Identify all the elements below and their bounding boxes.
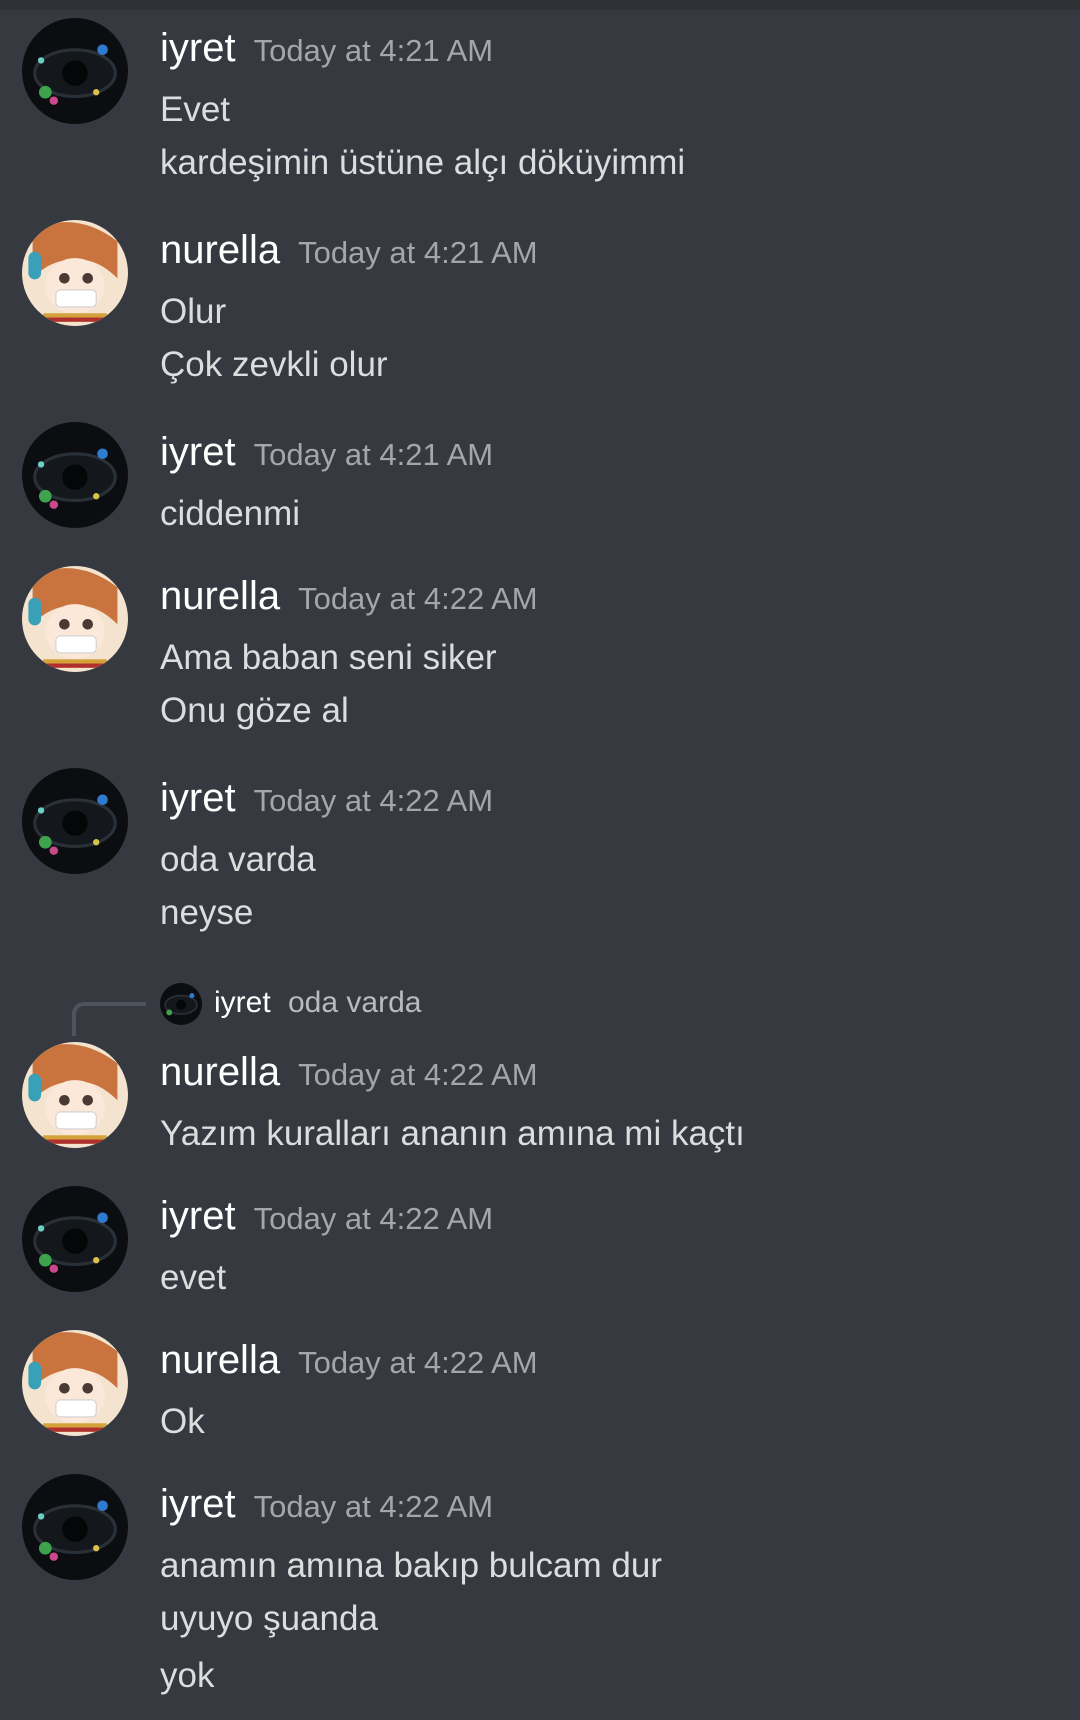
message-text: Yazım kuralları ananın amına mi kaçtı (160, 1114, 745, 1153)
username[interactable]: nurella (160, 228, 280, 273)
reply-text[interactable]: oda varda (288, 986, 421, 1020)
avatar-iyret-icon (22, 18, 128, 124)
reply-avatar (160, 983, 202, 1025)
username[interactable]: nurella (160, 1338, 280, 1383)
avatar-iyret-icon (22, 1186, 128, 1292)
reply-spine (72, 1002, 146, 1036)
message-text: Ok (160, 1402, 205, 1441)
avatar-iyret-icon (22, 422, 128, 528)
avatar-nurella-icon (22, 220, 128, 326)
username[interactable]: nurella (160, 1050, 280, 1095)
message-text: Olur (160, 292, 227, 331)
timestamp: Today at 4:22 AM (253, 1489, 494, 1524)
timestamp: Today at 4:22 AM (298, 581, 538, 616)
avatar-iyret[interactable] (22, 1474, 128, 1580)
avatar-iyret-icon (22, 1474, 128, 1580)
avatar-nurella[interactable] (22, 1042, 128, 1148)
avatar-iyret[interactable] (22, 1186, 128, 1292)
reply-username[interactable]: iyret (214, 986, 271, 1020)
timestamp: Today at 4:21 AM (298, 235, 538, 270)
avatar-nurella-icon (22, 1330, 128, 1436)
username[interactable]: nurella (160, 574, 280, 619)
message-text: neyse (160, 893, 254, 932)
message-text: ciddenmi (160, 494, 301, 533)
timestamp: Today at 4:22 AM (253, 1201, 494, 1236)
avatar-nurella-icon (22, 1042, 128, 1148)
message-text: Evet (160, 90, 231, 129)
message-list[interactable]: iyret Today at 4:21 AM Evet kardeşimin ü… (0, 0, 1080, 1720)
timestamp: Today at 4:21 AM (253, 437, 494, 472)
timestamp: Today at 4:22 AM (298, 1057, 538, 1092)
message-text: evet (160, 1258, 227, 1297)
avatar-nurella[interactable] (22, 566, 128, 672)
avatar-iyret[interactable] (22, 18, 128, 124)
username[interactable]: iyret (160, 1194, 236, 1239)
message-text: Çok zevkli olur (160, 345, 388, 384)
message-text: anamın amına bakıp bulcam dur (160, 1546, 662, 1585)
avatar-iyret[interactable] (22, 768, 128, 874)
reply-preview[interactable]: iyret oda varda (0, 980, 1080, 1036)
timestamp: Today at 4:21 AM (253, 33, 494, 68)
avatar-iyret[interactable] (22, 422, 128, 528)
timestamp: Today at 4:22 AM (298, 1345, 538, 1380)
username[interactable]: iyret (160, 26, 236, 71)
username[interactable]: iyret (160, 430, 236, 475)
message-text: Onu göze al (160, 691, 349, 730)
avatar-nurella[interactable] (22, 1330, 128, 1436)
message-text: oda varda (160, 840, 316, 879)
username[interactable]: iyret (160, 776, 236, 821)
message-text: yok (160, 1656, 215, 1695)
timestamp: Today at 4:22 AM (253, 783, 494, 818)
avatar-nurella-icon (22, 566, 128, 672)
avatar-iyret-icon (22, 768, 128, 874)
username[interactable]: iyret (160, 1482, 236, 1527)
message-text: kardeşimin üstüne alçı döküyimmi (160, 143, 686, 182)
avatar-nurella[interactable] (22, 220, 128, 326)
message-text: Ama baban seni siker (160, 638, 497, 677)
message-text: uyuyo şuanda (160, 1599, 378, 1638)
avatar-iyret-icon (160, 983, 202, 1025)
